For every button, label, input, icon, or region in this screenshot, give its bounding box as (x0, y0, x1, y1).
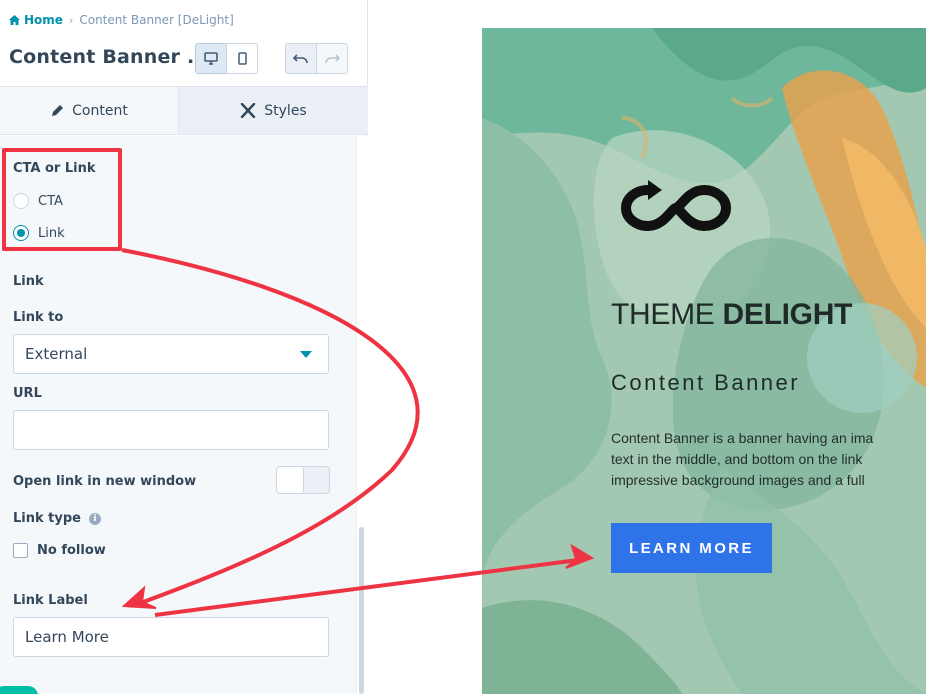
no-follow-checkbox[interactable] (13, 543, 28, 558)
banner-body-line: text in the middle, and bottom on the li… (611, 451, 863, 467)
breadcrumb-separator-icon: › (68, 13, 74, 27)
tab-content[interactable]: Content (0, 87, 179, 134)
tab-styles-label: Styles (264, 102, 307, 119)
breadcrumb-home[interactable]: Home (9, 13, 63, 27)
breadcrumb: Home › Content Banner [DeLight] (9, 13, 234, 27)
styles-icon (241, 103, 256, 118)
no-follow-checkbox-row[interactable]: No follow (13, 543, 106, 558)
breadcrumb-home-label: Home (24, 13, 63, 27)
link-to-value: External (25, 345, 88, 363)
link-to-select[interactable]: External (13, 334, 329, 374)
brand-light: THEME (611, 298, 723, 331)
banner-background-image (482, 28, 926, 694)
home-icon (9, 15, 20, 25)
editor-tabs: Content Styles (0, 86, 368, 135)
editor-sidebar: Home › Content Banner [DeLight] Content … (0, 0, 368, 694)
undo-icon (293, 53, 308, 63)
url-label: URL (13, 386, 42, 401)
link-section-label: Link (13, 274, 44, 289)
link-to-label: Link to (13, 310, 64, 325)
preview-canvas: THEME DELIGHT Content Banner Content Ban… (482, 28, 926, 694)
brand-wordmark: THEME DELIGHT (611, 298, 852, 332)
no-follow-label: No follow (37, 543, 106, 558)
redo-icon (325, 53, 340, 63)
module-title: Content Banner ... (9, 46, 210, 68)
toggle-knob[interactable] (277, 467, 304, 493)
app-window: Home › Content Banner [DeLight] Content … (0, 0, 926, 694)
desktop-preview-button[interactable] (195, 43, 227, 74)
banner-body-line: impressive background images and a full (611, 472, 865, 488)
desktop-icon (204, 52, 218, 65)
mobile-preview-button[interactable] (226, 43, 258, 74)
chevron-down-icon (300, 351, 312, 358)
mobile-icon (237, 52, 247, 65)
url-input[interactable] (13, 410, 329, 450)
undo-button[interactable] (285, 43, 317, 74)
info-icon[interactable]: i (88, 513, 101, 525)
tab-content-label: Content (72, 102, 128, 119)
link-type-text: Link type (13, 511, 81, 526)
learn-more-button[interactable]: LEARN MORE (611, 523, 772, 573)
infinity-logo (620, 180, 732, 232)
banner-body: Content Banner is a banner having an ima… (611, 428, 926, 491)
link-label-label: Link Label (13, 593, 88, 608)
redo-button[interactable] (316, 43, 348, 74)
pencil-icon (52, 104, 64, 116)
new-window-toggle[interactable] (276, 466, 330, 494)
new-window-label: Open link in new window (13, 474, 197, 489)
tab-styles[interactable]: Styles (179, 87, 368, 134)
brand-bold: DELIGHT (722, 298, 853, 331)
breadcrumb-current: Content Banner [DeLight] (79, 13, 234, 27)
banner-heading: Content Banner (611, 370, 801, 395)
form-scrollbar-thumb[interactable] (359, 527, 364, 694)
help-chat-button[interactable] (0, 686, 38, 694)
link-type-label: Link type i (13, 511, 101, 526)
annotation-highlight-box (2, 148, 122, 251)
banner-body-line: Content Banner is a banner having an ima (611, 430, 874, 446)
link-label-input[interactable]: Learn More (13, 617, 329, 657)
